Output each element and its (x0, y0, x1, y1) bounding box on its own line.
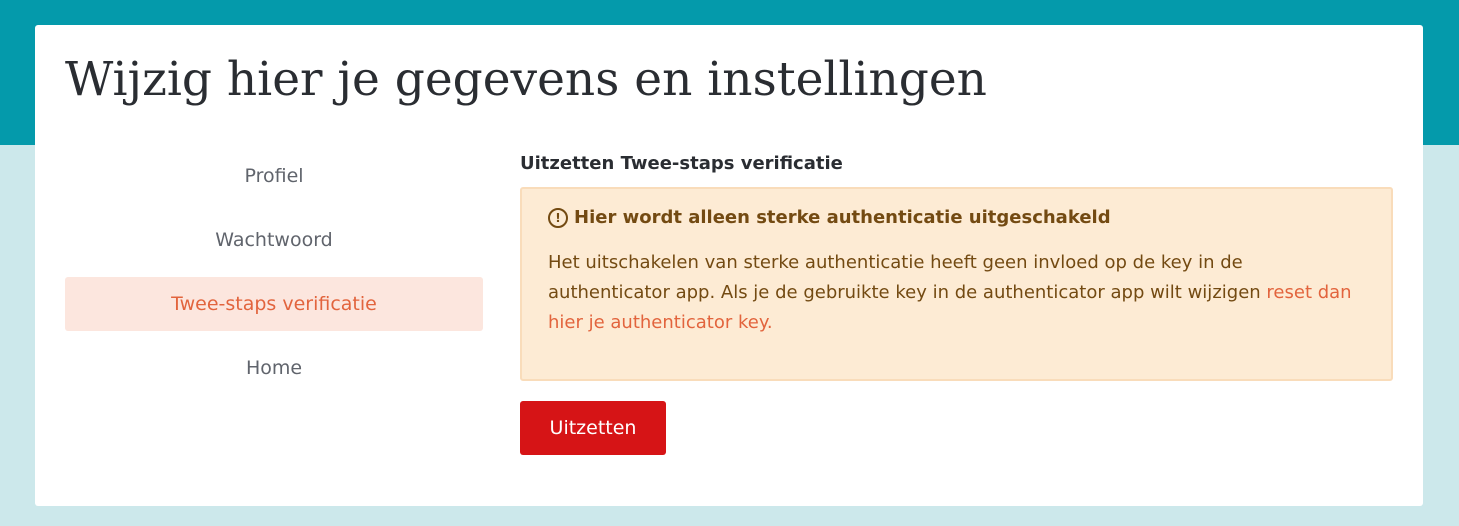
disable-two-step-button[interactable]: Uitzetten (520, 401, 666, 455)
alert-body-text: Het uitschakelen van sterke authenticati… (548, 252, 1261, 303)
main-content: Uitzetten Twee-staps verificatie ! Hier … (520, 149, 1393, 455)
sidebar-item-profiel[interactable]: Profiel (65, 149, 483, 203)
section-title: Uitzetten Twee-staps verificatie (520, 153, 843, 174)
sidebar-item-home[interactable]: Home (65, 341, 483, 395)
alert-body: Het uitschakelen van sterke authenticati… (548, 248, 1365, 338)
alert-title: Hier wordt alleen sterke authenticatie u… (574, 207, 1111, 228)
sidebar-item-twee-staps-verificatie[interactable]: Twee-staps verificatie (65, 277, 483, 331)
sidebar-item-wachtwoord[interactable]: Wachtwoord (65, 213, 483, 267)
exclamation-circle-icon: ! (548, 207, 568, 228)
warning-alert: ! Hier wordt alleen sterke authenticatie… (520, 187, 1393, 381)
settings-sidebar: Profiel Wachtwoord Twee-staps verificati… (65, 149, 483, 405)
page-title: Wijzig hier je gegevens en instellingen (65, 52, 987, 107)
alert-header: ! Hier wordt alleen sterke authenticatie… (548, 207, 1365, 228)
settings-card: Wijzig hier je gegevens en instellingen … (35, 25, 1423, 506)
